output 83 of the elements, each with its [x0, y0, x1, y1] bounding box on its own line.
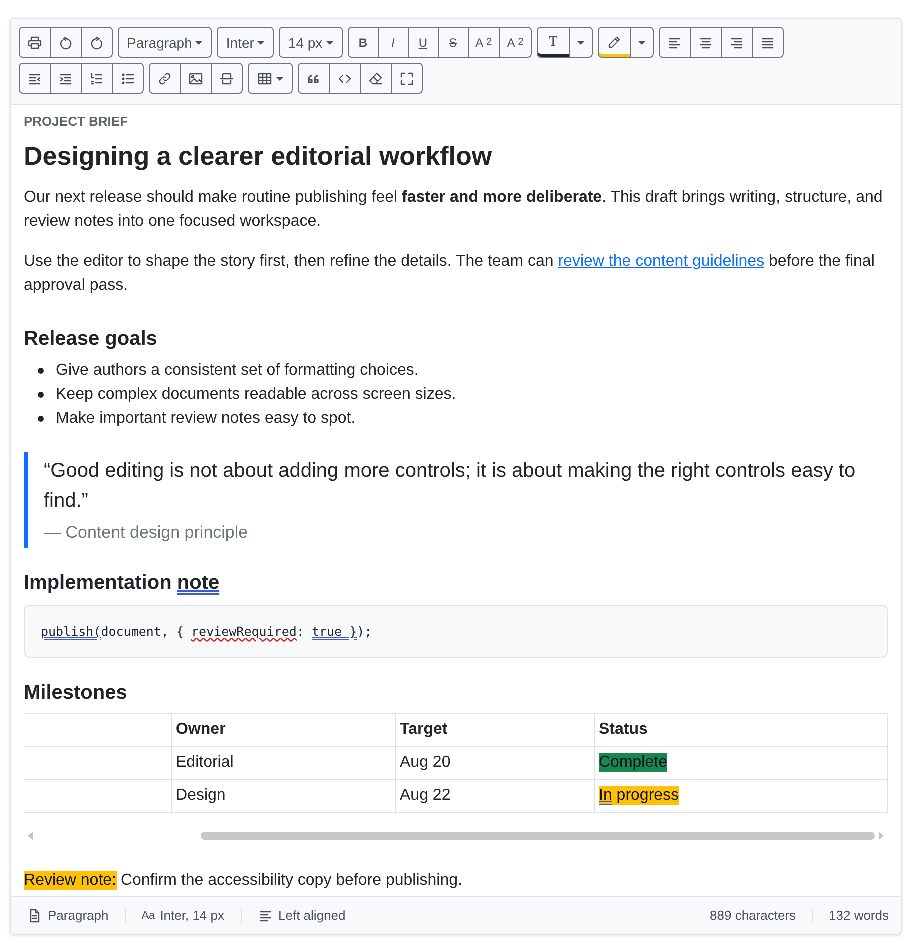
code-block: publish(document, { reviewRequired: true });	[24, 605, 888, 658]
eraser-icon	[368, 70, 384, 86]
guidelines-link[interactable]: review the content guidelines	[558, 253, 765, 270]
status-text: Paragraph	[48, 908, 109, 923]
caret-icon	[638, 40, 646, 44]
pencil-icon	[606, 34, 622, 50]
caret-icon	[257, 40, 266, 44]
section-label: PROJECT BRIEF	[24, 114, 130, 129]
paragraph: Our next release should make routine publishing feel faster and more deliberate. This draft brings writing, structure, and review notes into one focused workspace.	[24, 188, 884, 232]
horizontal-rule-button[interactable]	[211, 63, 243, 94]
text-color-button[interactable]: T	[536, 27, 570, 58]
quote-attribution: — Content design principle	[44, 522, 250, 544]
review-text: Confirm the accessibility copy before publishing.	[120, 872, 462, 889]
dropdown-button[interactable]: Inter	[217, 27, 274, 58]
table-cell: Editorial	[172, 746, 396, 780]
italic-button[interactable]: I	[378, 27, 409, 58]
image-icon	[188, 70, 204, 86]
redo-button[interactable]	[81, 27, 113, 58]
list-item: Keep complex documents readable across screen sizes.	[56, 385, 456, 405]
table-cell: Aug 20	[396, 746, 594, 780]
status-highlight: In progress	[599, 786, 680, 805]
document-title: Designing a clearer editorial workflow	[24, 141, 494, 172]
dropdown-toggle[interactable]	[568, 27, 593, 58]
status-count: 889 characters	[710, 908, 798, 923]
column-header: Status	[594, 714, 888, 746]
status-text: Left aligned	[278, 908, 346, 923]
highlight-button[interactable]	[598, 27, 631, 58]
bold-button[interactable]: B	[348, 27, 379, 58]
underline-button[interactable]: U	[408, 27, 439, 58]
dropdown-button[interactable]: Paragraph	[118, 27, 212, 58]
caret-icon	[195, 40, 204, 44]
table-cell: Design	[172, 780, 396, 812]
table-icon	[257, 70, 273, 86]
code-button[interactable]	[329, 63, 361, 94]
column-header: Target	[396, 714, 594, 746]
list-item: Give authors a consistent set of formatting choices.	[56, 361, 419, 381]
caret-icon	[276, 76, 284, 80]
section-heading: Implementation note	[24, 572, 221, 595]
dropdown-toggle[interactable]	[630, 27, 654, 58]
image-button[interactable]	[180, 63, 212, 94]
review-label: Review note:	[24, 871, 116, 890]
quote-text: “Good editing is not about adding more controls; it is about making the right controls easy to find.”	[44, 459, 857, 514]
status-count: 132 words	[812, 908, 889, 923]
printer-button[interactable]	[19, 27, 51, 58]
align-center-button[interactable]	[690, 27, 722, 58]
fullscreen-button[interactable]	[391, 63, 423, 94]
status-highlight: Complete	[599, 753, 668, 772]
printer-icon	[27, 34, 43, 50]
link-icon	[157, 70, 173, 86]
align-left-button[interactable]	[658, 27, 691, 58]
column-header: Owner	[172, 714, 396, 746]
list-item: Make important review notes easy to spot.	[56, 409, 356, 429]
table-cell: Aug 22	[396, 780, 594, 812]
section-heading: Release goals	[24, 328, 158, 351]
numbered-list-button[interactable]	[81, 63, 113, 94]
bullet-icon	[38, 392, 44, 398]
align-justify-button[interactable]	[752, 27, 784, 58]
undo-icon	[58, 34, 74, 50]
status-text: Inter, 14 px	[160, 908, 225, 923]
bullet-icon	[38, 416, 44, 422]
redo-icon	[89, 34, 105, 50]
strike-button[interactable]: S	[438, 27, 469, 58]
eraser-button[interactable]	[360, 63, 392, 94]
bullet-list-button[interactable]	[112, 63, 144, 94]
caret-icon	[576, 40, 585, 44]
table-button[interactable]	[248, 63, 293, 94]
undo-button[interactable]	[50, 27, 82, 58]
dropdown-button[interactable]: 14 px	[279, 27, 343, 58]
align-right-button[interactable]	[720, 27, 753, 58]
section-heading: Milestones	[24, 682, 128, 705]
indent-button[interactable]	[50, 63, 82, 94]
quote-button[interactable]	[298, 63, 330, 94]
horizontal-rule-icon	[219, 70, 235, 86]
fullscreen-icon	[399, 70, 415, 86]
caret-icon	[326, 40, 334, 44]
font-icon: Aa	[142, 910, 156, 922]
paragraph: Use the editor to shape the story first, then refine the details. The team can review the content guidelines before the final approval pass.	[24, 252, 876, 296]
link-button[interactable]	[149, 63, 181, 94]
bullet-list-icon	[120, 70, 136, 86]
bullet-icon	[38, 368, 44, 374]
numbered-list-icon	[89, 70, 105, 86]
outdent-button[interactable]	[19, 63, 51, 94]
scrollbar-thumb[interactable]	[201, 832, 875, 840]
